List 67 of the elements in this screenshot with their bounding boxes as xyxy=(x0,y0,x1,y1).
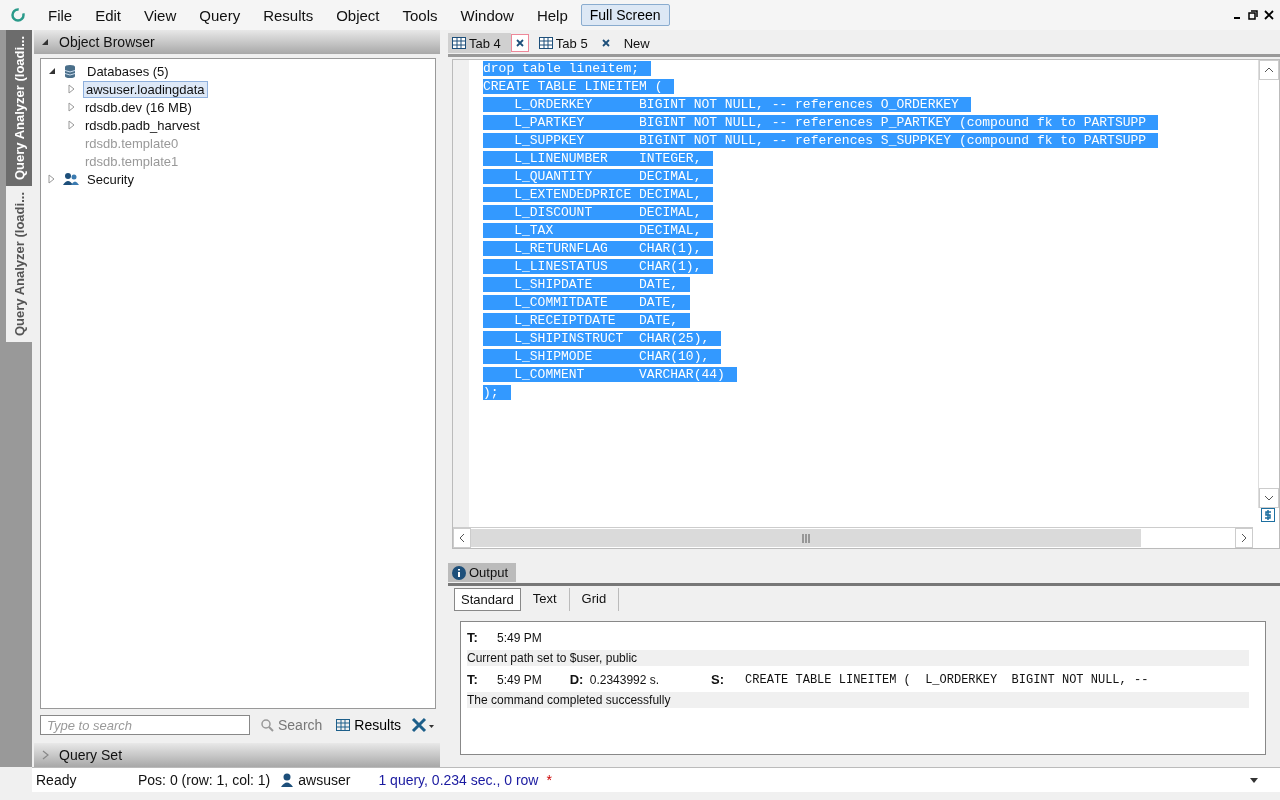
menu-item[interactable]: View xyxy=(134,6,190,24)
info-icon xyxy=(452,565,466,580)
user-icon xyxy=(280,773,295,787)
status-user: awsuser xyxy=(298,772,351,788)
editor-tab[interactable]: Tab 4 xyxy=(448,33,511,53)
tree-item[interactable]: rdsdb.padb_harvest xyxy=(83,117,202,133)
log-sql: CREATE TABLE LINEITEM ( L_ORDERKEY BIGINT NOT NULL, -- xyxy=(745,672,1149,687)
log-label: T: xyxy=(467,672,479,687)
dollar-icon[interactable] xyxy=(1261,508,1275,522)
grid-icon xyxy=(336,719,351,731)
tree-item[interactable]: rdsdb.dev (16 MB) xyxy=(83,99,194,115)
tree-item[interactable]: Security xyxy=(85,171,136,187)
scroll-left-icon[interactable] xyxy=(453,528,471,548)
menu-item[interactable]: File xyxy=(38,6,86,24)
menu-item[interactable]: Results xyxy=(253,6,327,24)
log-message: Current path set to $user, public xyxy=(467,650,638,665)
menu-item[interactable]: Query xyxy=(189,6,254,24)
status-text: Ready xyxy=(36,772,78,788)
panel-header[interactable]: Query Set xyxy=(34,743,440,767)
log-duration: 0.2343992 s. xyxy=(589,672,660,687)
expand-icon[interactable] xyxy=(42,750,49,760)
panel-title: Query Set xyxy=(59,747,123,763)
scroll-thumb[interactable] xyxy=(471,529,1141,547)
output-view-tab[interactable]: Standard xyxy=(454,587,521,611)
expand-icon[interactable] xyxy=(47,174,57,184)
cursor-position: Pos: 0 (row: 1, col: 1) xyxy=(138,772,271,788)
results-button[interactable]: Results xyxy=(332,717,406,733)
log-time: 5:49 PM xyxy=(497,672,542,687)
code-editor[interactable] xyxy=(452,59,1280,549)
collapse-icon[interactable] xyxy=(47,66,57,76)
search-icon xyxy=(260,718,274,732)
output-view-tab[interactable]: Text xyxy=(520,587,570,611)
query-summary: 1 query, 0.234 sec., 0 row xyxy=(378,772,539,788)
app-logo-icon xyxy=(10,7,26,23)
horizontal-scrollbar[interactable] xyxy=(453,527,1253,548)
editor-tab[interactable]: New xyxy=(619,33,660,53)
side-tab[interactable]: Query Analyzer (loadi... xyxy=(6,186,32,343)
tools-icon[interactable] xyxy=(411,717,436,733)
editor-tab[interactable]: Tab 5 xyxy=(534,33,598,53)
menu-item[interactable]: Window xyxy=(450,6,527,24)
menu-item[interactable]: Edit xyxy=(85,6,135,24)
collapse-icon[interactable] xyxy=(42,38,49,46)
menu-item[interactable]: Tools xyxy=(392,6,451,24)
search-field[interactable]: Type to search xyxy=(40,715,250,735)
log-time: 5:49 PM xyxy=(497,630,542,645)
log-label: S: xyxy=(711,672,726,687)
tree-item[interactable]: Databases (5) xyxy=(85,63,171,79)
users-icon xyxy=(63,171,79,187)
output-view-tab[interactable]: Grid xyxy=(569,587,620,611)
search-button[interactable]: Search xyxy=(256,717,327,733)
log-message: The command completed successfully xyxy=(467,692,671,707)
restore-icon[interactable] xyxy=(1248,10,1258,20)
tree-item[interactable]: awsuser.loadingdata xyxy=(83,80,208,98)
modified-marker: * xyxy=(546,772,552,788)
dropdown-icon[interactable] xyxy=(1250,777,1258,783)
panel-title: Object Browser xyxy=(59,34,155,50)
log-label: D: xyxy=(569,672,585,687)
grid-icon xyxy=(538,37,553,49)
scroll-right-icon[interactable] xyxy=(1235,528,1253,548)
output-tab[interactable]: Output xyxy=(448,563,517,582)
grid-icon xyxy=(452,37,466,49)
log-label: T: xyxy=(467,630,479,645)
menu-item[interactable]: Help xyxy=(526,6,581,24)
full-screen-button[interactable]: Full Screen xyxy=(580,4,670,26)
side-tab[interactable]: Query Analyzer (loadi... xyxy=(6,30,32,186)
menu-item[interactable]: Object xyxy=(326,6,393,24)
close-icon[interactable] xyxy=(1264,10,1274,20)
